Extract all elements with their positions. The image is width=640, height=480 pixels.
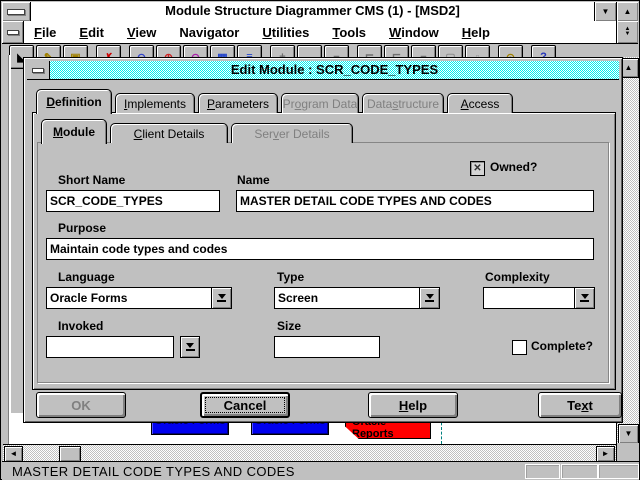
scroll-left-button[interactable]: ◄	[4, 446, 23, 462]
module-tab-page: ✕ Owned? Short Name Name Purpose Languag…	[37, 142, 609, 383]
app-title: Module Structure Diagrammer CMS (1) - [M…	[31, 2, 594, 21]
complexity-select[interactable]	[483, 287, 595, 309]
child-system-menu-dash-icon	[7, 30, 19, 35]
menu-utilities[interactable]: Utilities	[262, 25, 309, 40]
subtab-client-details[interactable]: Client Details	[110, 123, 228, 143]
menu-navigator[interactable]: Navigator	[179, 25, 239, 40]
system-menu-dash-icon	[7, 9, 25, 15]
minimize-icon: ▼	[602, 7, 610, 16]
scroll-left-icon: ◄	[10, 450, 18, 458]
invoked-label: Invoked	[58, 319, 103, 333]
tab-datastructure: Datastructure	[362, 93, 444, 113]
horizontal-scrollbar[interactable]: ◄ ►	[3, 444, 616, 461]
app-titlebar: Module Structure Diagrammer CMS (1) - [M…	[2, 2, 638, 22]
language-select[interactable]: Oracle Forms	[46, 287, 232, 309]
subtab-server-details: Server Details	[231, 123, 353, 143]
scroll-down-button[interactable]: ▼	[618, 424, 639, 444]
dropdown-bar-icon	[217, 300, 226, 302]
dropdown-arrow-icon	[218, 294, 226, 299]
menu-view[interactable]: View	[127, 25, 156, 40]
ok-button: OK	[36, 392, 126, 418]
name-input[interactable]	[236, 190, 594, 212]
tab-implements[interactable]: Implements	[115, 93, 195, 113]
purpose-input[interactable]	[46, 238, 594, 260]
menu-file[interactable]: File	[34, 25, 56, 40]
dialog-titlebar: Edit Module : SCR_CODE_TYPES	[27, 61, 619, 80]
type-value: Screen	[275, 288, 419, 308]
definition-tab-page: Module Client Details Server Details ✕ O…	[32, 112, 616, 390]
tab-parameters[interactable]: Parameters	[198, 93, 278, 113]
scroll-right-icon: ►	[602, 450, 610, 458]
child-window-frame	[8, 55, 11, 461]
owned-checkbox: ✕	[470, 161, 485, 176]
type-label: Type	[277, 270, 304, 284]
complexity-value	[484, 288, 574, 308]
dialog-system-menu-button[interactable]	[27, 61, 50, 79]
dropdown-arrow-icon	[186, 343, 194, 348]
dialog-tab-strip: Definition Implements Parameters Program…	[36, 88, 616, 113]
help-button[interactable]: Help	[368, 392, 458, 418]
scroll-right-button[interactable]: ►	[596, 446, 615, 462]
complexity-dropdown-button[interactable]	[574, 288, 594, 308]
dialog-title: Edit Module : SCR_CODE_TYPES	[50, 61, 619, 79]
complete-checkbox[interactable]	[512, 340, 527, 355]
text-button[interactable]: Text	[538, 392, 622, 418]
short-name-input[interactable]	[46, 190, 220, 212]
minimize-button[interactable]: ▼	[594, 2, 616, 21]
size-label: Size	[277, 319, 301, 333]
menu-tools[interactable]: Tools	[332, 25, 366, 40]
status-bar: MASTER DETAIL CODE TYPES AND CODES	[2, 461, 639, 480]
dropdown-bar-icon	[186, 349, 195, 351]
scrollbar-corner	[617, 443, 639, 461]
menu-help[interactable]: Help	[462, 25, 490, 40]
status-cell	[525, 464, 560, 479]
status-text: MASTER DETAIL CODE TYPES AND CODES	[12, 464, 295, 479]
menu-window[interactable]: Window	[389, 25, 439, 40]
tab-definition[interactable]: Definition	[36, 89, 112, 114]
language-value: Oracle Forms	[47, 288, 211, 308]
tab-program-data: Program Data	[281, 93, 359, 113]
cancel-button-label: Cancel	[224, 398, 267, 413]
purpose-label: Purpose	[58, 221, 106, 235]
invoked-dropdown-button[interactable]	[180, 336, 200, 358]
maximize-button[interactable]: ▲	[616, 2, 638, 21]
type-dropdown-button[interactable]	[419, 288, 439, 308]
language-label: Language	[58, 270, 115, 284]
tab-access[interactable]: Access	[447, 93, 513, 113]
application-window: Module Structure Diagrammer CMS (1) - [M…	[0, 0, 640, 480]
dropdown-bar-icon	[580, 300, 589, 302]
short-name-label: Short Name	[58, 173, 125, 187]
scroll-up-icon: ▲	[625, 64, 633, 72]
restore-down-icon: ▼	[625, 32, 631, 37]
type-select[interactable]: Screen	[274, 287, 440, 309]
screen: Module Structure Diagrammer CMS (1) - [M…	[0, 0, 640, 480]
language-dropdown-button[interactable]	[211, 288, 231, 308]
cancel-button[interactable]: Cancel	[200, 392, 290, 418]
size-input[interactable]	[274, 336, 380, 358]
invoked-input[interactable]	[46, 336, 174, 358]
child-restore-button[interactable]: ▲ ▼	[616, 21, 638, 43]
scroll-down-icon: ▼	[625, 430, 633, 438]
menu-edit[interactable]: Edit	[79, 25, 104, 40]
dropdown-bar-icon	[425, 300, 434, 302]
horizontal-scroll-thumb[interactable]	[59, 446, 81, 462]
dialog-system-menu-dash-icon	[32, 68, 44, 73]
sub-tab-strip: Module Client Details Server Details	[41, 119, 353, 143]
status-cell	[598, 464, 639, 479]
edit-module-dialog: Edit Module : SCR_CODE_TYPES Definition …	[23, 57, 623, 423]
maximize-icon: ▲	[624, 7, 632, 16]
child-system-menu-button[interactable]	[2, 21, 24, 43]
dropdown-arrow-icon	[426, 294, 434, 299]
owned-label: Owned?	[490, 160, 537, 174]
checkbox-check-icon: ✕	[473, 163, 481, 174]
subtab-module[interactable]: Module	[41, 119, 107, 144]
system-menu-button[interactable]	[2, 2, 31, 21]
menu-bar: File Edit View Navigator Utilities Tools…	[2, 21, 638, 44]
complete-label: Complete?	[531, 339, 593, 353]
complexity-label: Complexity	[485, 270, 550, 284]
status-cell	[561, 464, 598, 479]
name-label: Name	[237, 173, 270, 187]
dropdown-arrow-icon	[581, 294, 589, 299]
